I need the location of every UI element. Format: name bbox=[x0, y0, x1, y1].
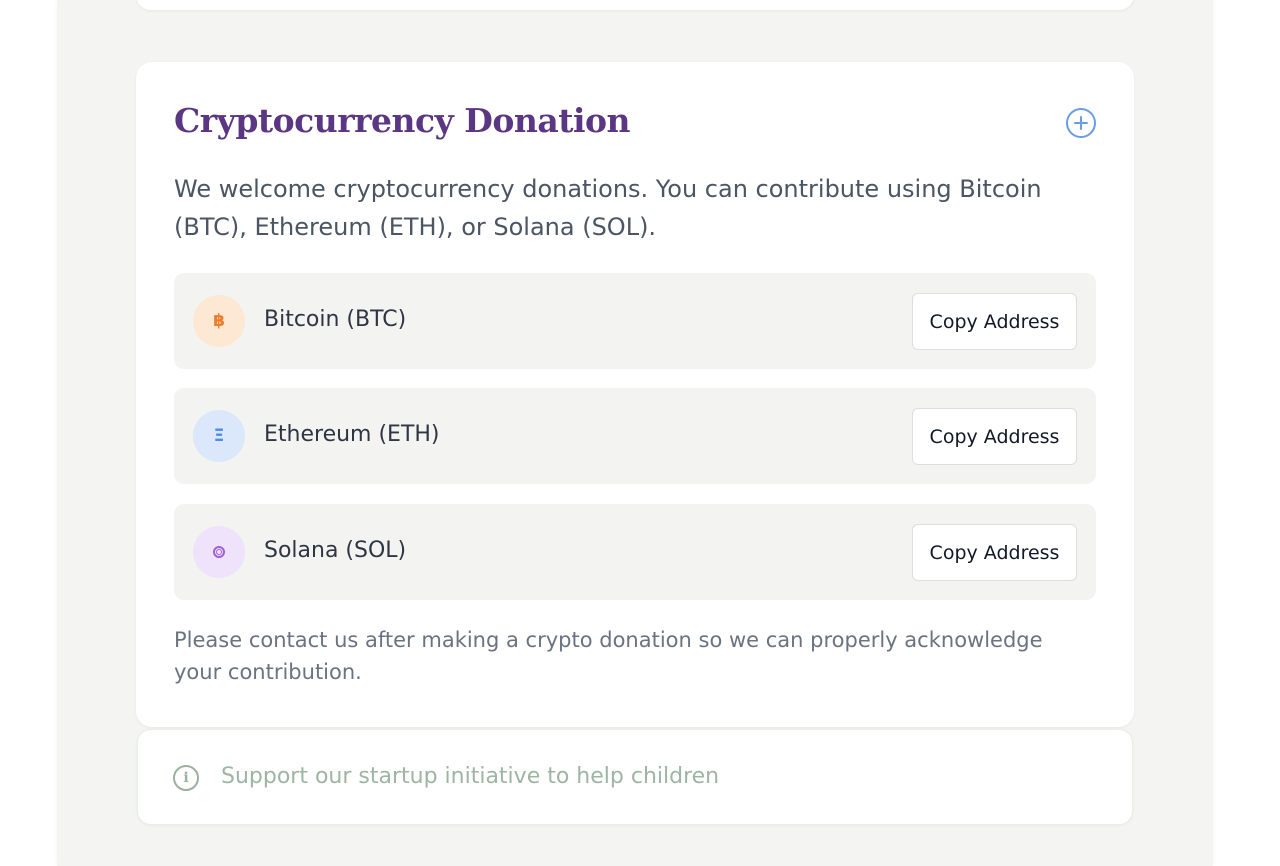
coin-name: Bitcoin (BTC) bbox=[264, 307, 407, 332]
coin-name: Ethereum (ETH) bbox=[264, 422, 440, 447]
crypto-row-bitcoin: ฿ Bitcoin (BTC) Copy Address bbox=[174, 273, 1096, 369]
card-note: Please contact us after making a crypto … bbox=[174, 628, 1043, 684]
card-intro: We welcome cryptocurrency donations. You… bbox=[174, 175, 1042, 241]
crypto-row-solana: Solana (SOL) Copy Address bbox=[174, 504, 1096, 600]
card-title: Cryptocurrency Donation bbox=[174, 101, 631, 140]
crypto-row-ethereum: Ξ Ethereum (ETH) Copy Address bbox=[174, 388, 1096, 484]
copy-address-button-ethereum[interactable]: Copy Address bbox=[912, 408, 1077, 465]
crypto-donation-card: Cryptocurrency Donation We welcome crypt… bbox=[136, 62, 1134, 727]
info-icon: i bbox=[173, 765, 199, 791]
previous-card bbox=[136, 0, 1134, 10]
copy-address-button-solana[interactable]: Copy Address bbox=[912, 524, 1077, 581]
ethereum-icon: Ξ bbox=[193, 410, 245, 462]
plus-circle-icon[interactable] bbox=[1066, 108, 1096, 138]
support-banner: i Support our startup initiative to help… bbox=[137, 729, 1133, 825]
bitcoin-icon: ฿ bbox=[193, 295, 245, 347]
copy-address-button-bitcoin[interactable]: Copy Address bbox=[912, 293, 1077, 350]
banner-text: Support our startup initiative to help c… bbox=[221, 764, 720, 789]
solana-icon bbox=[193, 526, 245, 578]
coin-name: Solana (SOL) bbox=[264, 538, 407, 563]
